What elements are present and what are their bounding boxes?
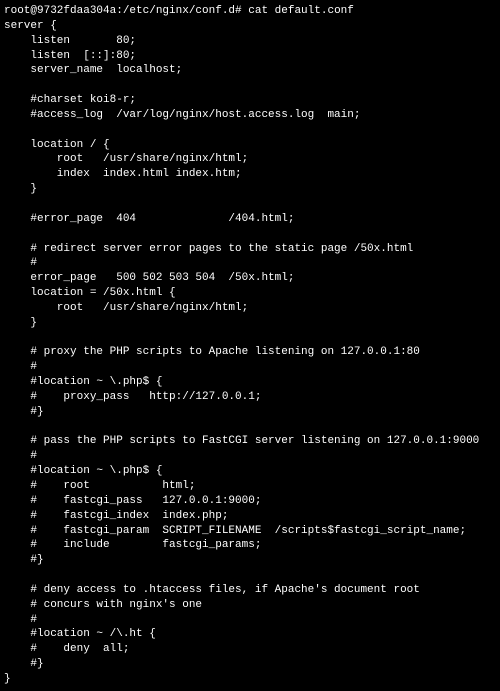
shell-prompt: root@9732fdaa304a:/etc/nginx/conf.d#: [4, 5, 248, 17]
file-output: server { listen 80; listen [::]:80; serv…: [4, 19, 496, 687]
shell-prompt-line: root@9732fdaa304a:/etc/nginx/conf.d# cat…: [4, 4, 496, 19]
shell-command[interactable]: cat default.conf: [248, 5, 354, 17]
